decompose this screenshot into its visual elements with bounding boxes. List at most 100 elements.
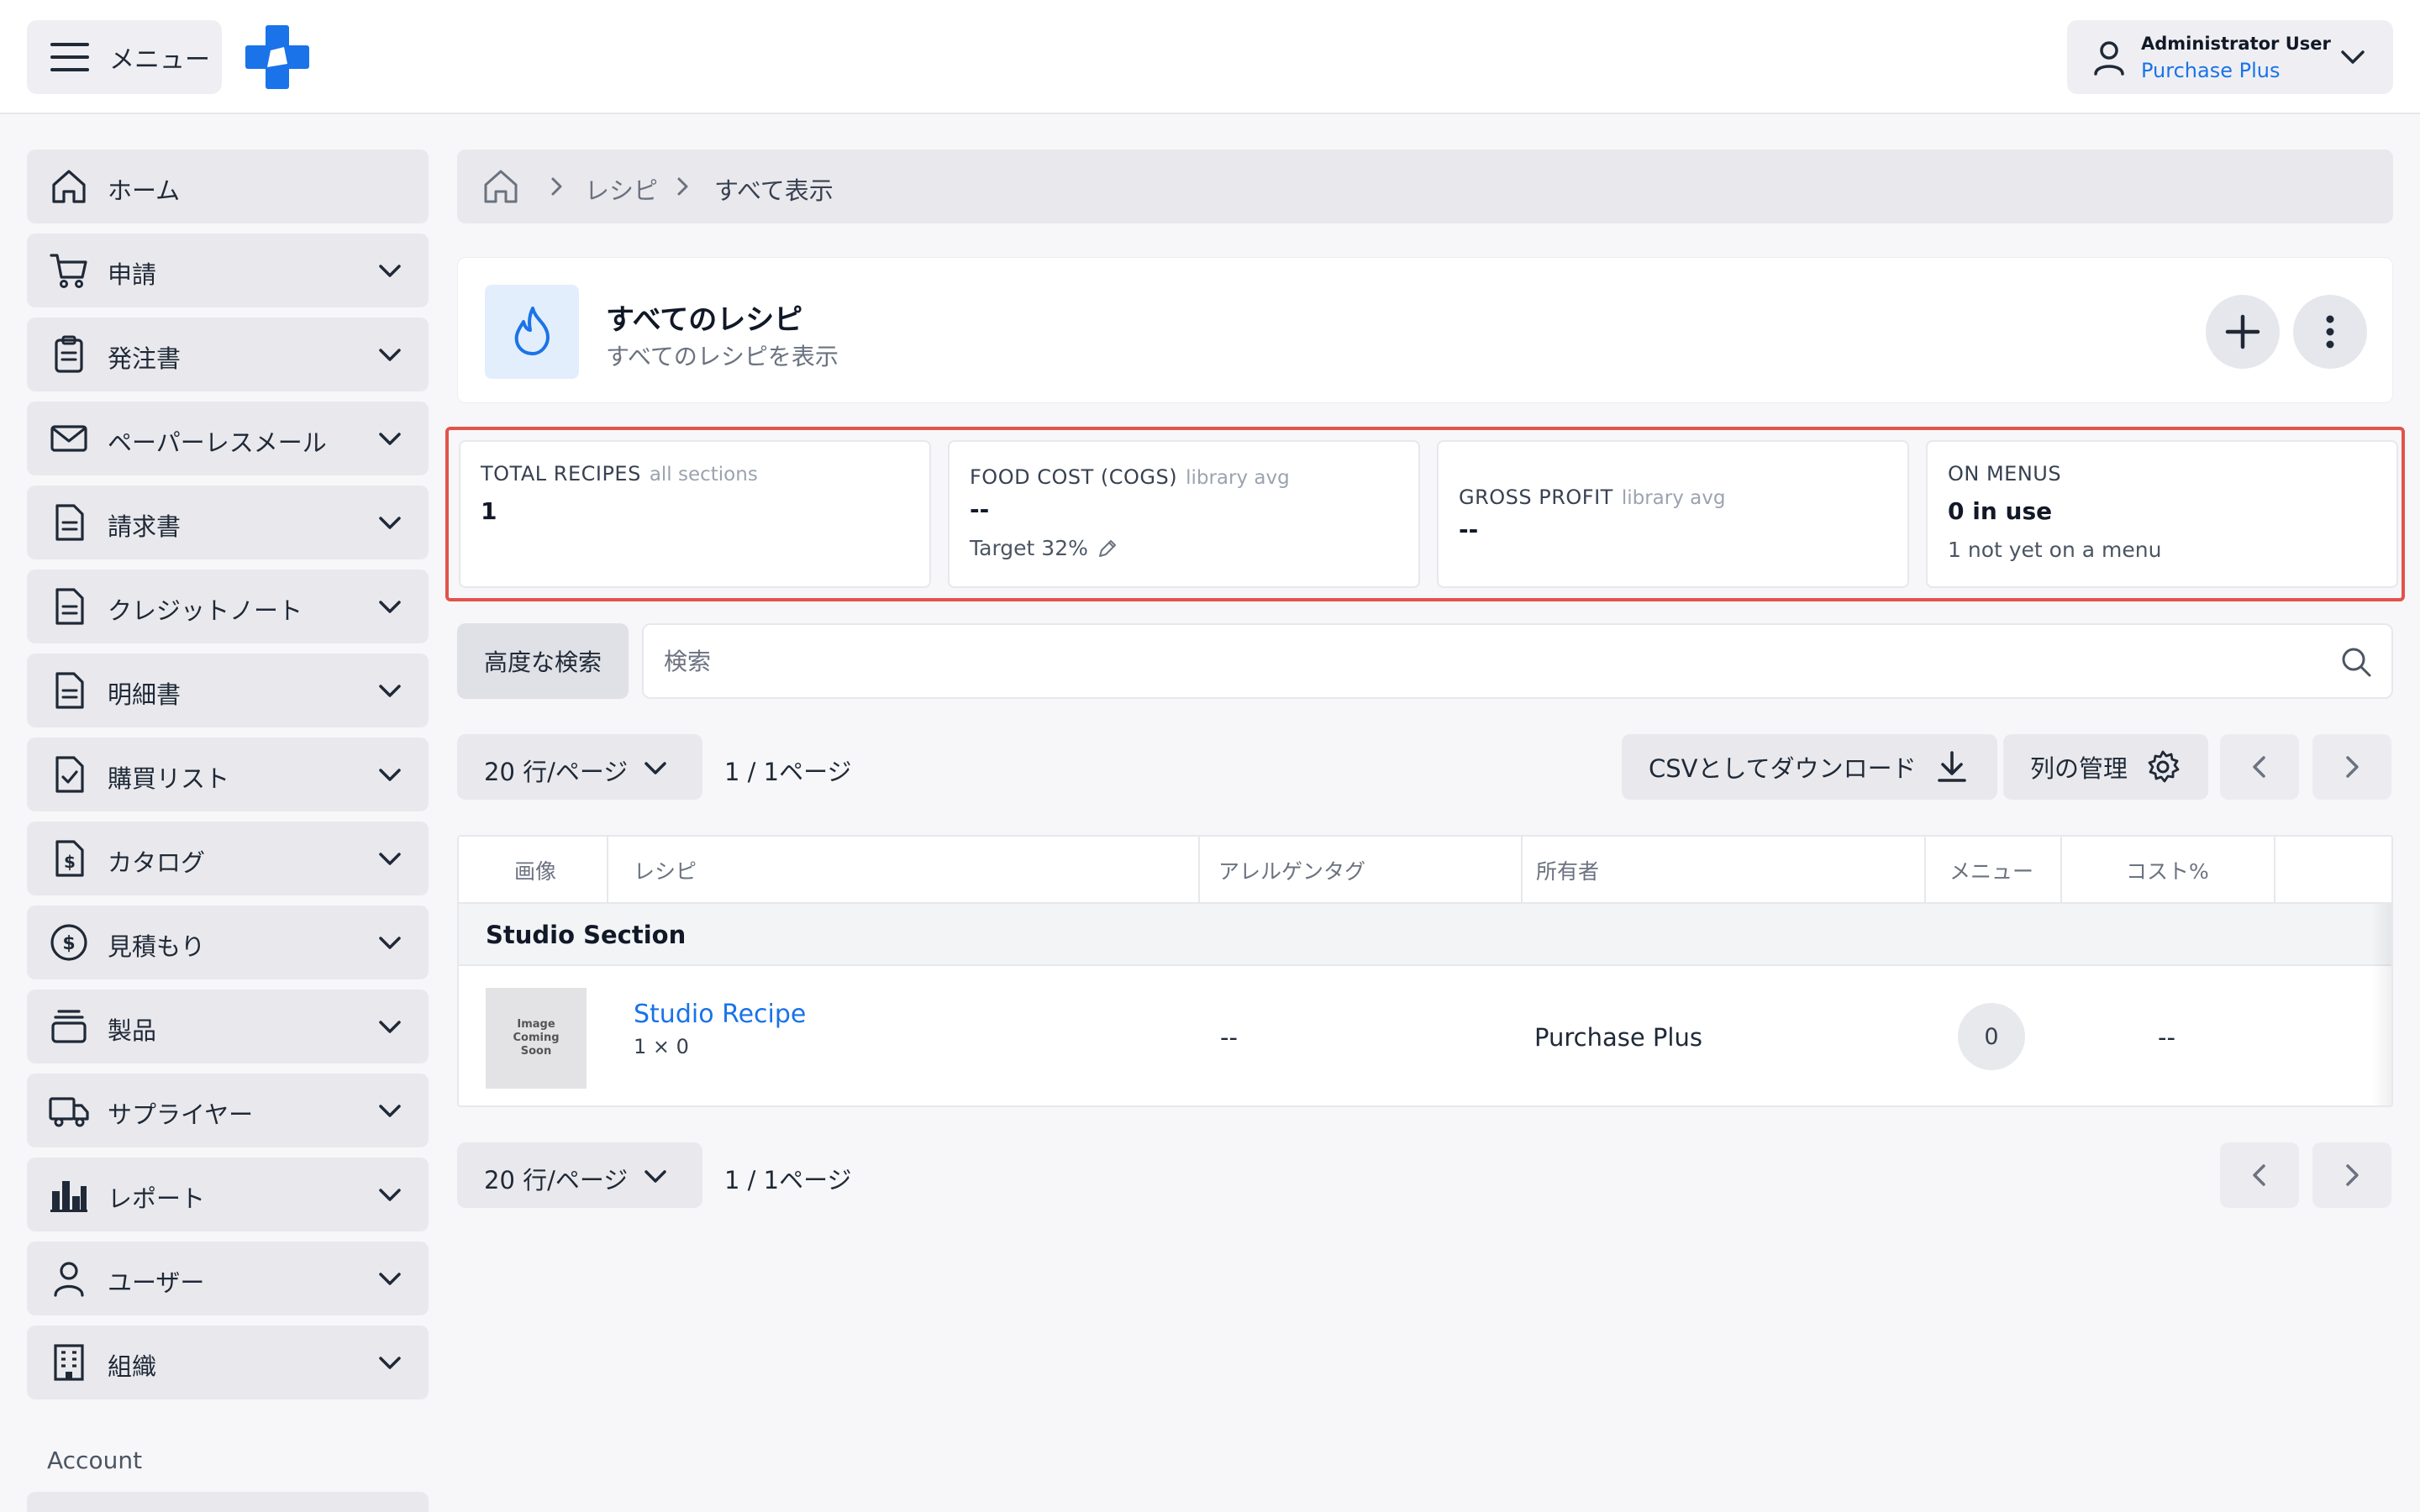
chevron-down-icon: [379, 601, 401, 613]
next-page-button-bottom[interactable]: [2312, 1142, 2391, 1208]
sidebar-item-label: ペーパーレスメール: [108, 428, 327, 457]
sidebar-item-paperless-mail[interactable]: ペーパーレスメール: [27, 402, 429, 475]
sidebar-item-reports[interactable]: レポート: [27, 1158, 429, 1231]
manage-columns-button[interactable]: 列の管理: [2003, 734, 2209, 800]
sidebar-item-label: ホーム: [108, 176, 181, 205]
table-row: Image Coming Soon Studio Recipe 1 × 0 --…: [459, 968, 2391, 1105]
search-icon[interactable]: [2339, 645, 2373, 679]
page-icon: [485, 285, 579, 379]
bar-chart-icon: [50, 1181, 87, 1212]
page-info: 1 / 1ページ: [724, 758, 852, 786]
sidebar-item-label: 購買リスト: [108, 764, 230, 793]
chevron-right-icon: [2346, 1164, 2359, 1186]
search-input[interactable]: [664, 642, 2260, 680]
chevron-left-icon: [2253, 756, 2265, 778]
column-header-cost-percent[interactable]: コスト%: [2126, 837, 2209, 904]
menu-button[interactable]: メニュー: [27, 20, 222, 94]
chevron-down-icon: [379, 685, 401, 697]
sidebar-section-account: Account: [47, 1446, 143, 1474]
stat-subtitle: all sections: [649, 464, 758, 486]
sidebar-item-label: 申請: [108, 260, 157, 289]
download-csv-label: CSVとしてダウンロード: [1649, 754, 1917, 783]
user-menu[interactable]: Administrator User Purchase Plus: [2067, 20, 2393, 94]
sidebar-item-catalogs[interactable]: $ カタログ: [27, 822, 429, 895]
column-header-recipe[interactable]: レシピ: [634, 837, 697, 904]
breadcrumb-recipes[interactable]: レシピ: [585, 171, 658, 207]
sidebar-item-suppliers[interactable]: サプライヤー: [27, 1074, 429, 1147]
sidebar-item-purchase-orders[interactable]: 発注書: [27, 318, 429, 391]
chevron-down-icon: [379, 1357, 401, 1369]
rows-per-page-select[interactable]: 20 行/ページ: [457, 734, 702, 800]
sidebar-item-quotes[interactable]: $ 見積もり: [27, 906, 429, 979]
download-csv-button[interactable]: CSVとしてダウンロード: [1622, 734, 1997, 800]
column-header-menus[interactable]: メニュー: [1949, 837, 2033, 904]
stat-food-cost: FOOD COST (COGS) library avg -- Target 32…: [948, 440, 1420, 588]
sidebar-item-statements[interactable]: 明細書: [27, 654, 429, 727]
svg-text:$: $: [64, 852, 76, 872]
sidebar-item-label: 発注書: [108, 344, 182, 373]
page-header: すべてのレシピ すべてのレシピを表示: [457, 257, 2393, 403]
previous-page-button-bottom[interactable]: [2220, 1142, 2299, 1208]
sidebar-item-home[interactable]: ホーム: [27, 150, 429, 223]
sidebar-item-purchase-lists[interactable]: 購買リスト: [27, 738, 429, 811]
dollar-file-icon: $: [55, 840, 84, 877]
chevron-down-icon: [379, 349, 401, 361]
document-icon: [55, 588, 84, 625]
advanced-search-button[interactable]: 高度な検索: [457, 623, 629, 699]
sidebar-item-label: サプライヤー: [108, 1100, 254, 1129]
cart-icon: [50, 254, 87, 288]
home-icon[interactable]: [481, 166, 521, 207]
hamburger-icon: [50, 43, 89, 71]
sidebar-item-account[interactable]: [27, 1492, 429, 1512]
sidebar-item-credit-notes[interactable]: クレジットノート: [27, 570, 429, 643]
chevron-right-icon: [2346, 756, 2359, 778]
clipboard-icon: [55, 335, 83, 373]
document-icon: [55, 504, 84, 541]
more-vertical-icon: [2326, 315, 2334, 349]
chevron-down-icon: [379, 433, 401, 445]
rows-per-page-label: 20 行/ページ: [484, 758, 629, 786]
sidebar-item-organization[interactable]: 組織: [27, 1326, 429, 1399]
rows-per-page-label: 20 行/ページ: [484, 1166, 629, 1194]
checklist-icon: [55, 756, 84, 793]
recipes-table: 画像 レシピ アレルゲンタグ 所有者 メニュー コスト% Studio Sect…: [457, 835, 2393, 1107]
table-header: 画像 レシピ アレルゲンタグ 所有者 メニュー コスト%: [459, 837, 2391, 904]
search-box: [642, 623, 2393, 699]
cost-percent-cell: --: [2158, 1023, 2175, 1052]
stat-value: --: [1459, 516, 1479, 543]
sidebar-item-users[interactable]: ユーザー: [27, 1242, 429, 1315]
flame-icon: [514, 307, 550, 355]
previous-page-button[interactable]: [2220, 734, 2299, 800]
next-page-button[interactable]: [2312, 734, 2391, 800]
column-header-owner[interactable]: 所有者: [1536, 837, 1599, 904]
stat-title: FOOD COST (COGS): [970, 465, 1178, 489]
chevron-right-icon: [551, 177, 562, 196]
rows-per-page-select-bottom[interactable]: 20 行/ページ: [457, 1142, 702, 1208]
page-title: すべてのレシピ: [606, 303, 803, 337]
sidebar-item-label: 製品: [108, 1016, 157, 1045]
sidebar-item-label: 組織: [108, 1352, 157, 1381]
chevron-down-icon: [379, 265, 401, 277]
menu-button-label: メニュー: [109, 45, 210, 75]
more-options-button[interactable]: [2293, 295, 2367, 369]
sidebar-item-label: ユーザー: [108, 1268, 205, 1297]
sidebar-item-products[interactable]: 製品: [27, 990, 429, 1063]
recipe-link[interactable]: Studio Recipe: [634, 1000, 806, 1029]
menus-count-badge[interactable]: 0: [1958, 1003, 2025, 1070]
gear-icon: [2148, 750, 2180, 783]
pencil-icon[interactable]: [1097, 538, 1118, 559]
chevron-down-icon: [379, 853, 401, 865]
app-logo[interactable]: [245, 25, 309, 89]
add-recipe-button[interactable]: [2206, 295, 2280, 369]
stack-icon: [51, 1010, 87, 1043]
manage-columns-label: 列の管理: [2030, 754, 2128, 783]
recipe-yield: 1 × 0: [634, 1035, 689, 1058]
stat-total-recipes: TOTAL RECIPES all sections 1: [459, 440, 931, 588]
sidebar-item-label: クレジットノート: [108, 596, 303, 625]
sidebar-item-label: レポート: [108, 1184, 206, 1213]
sidebar-item-invoices[interactable]: 請求書: [27, 486, 429, 559]
user-icon: [2094, 41, 2124, 76]
sidebar-item-requests[interactable]: 申請: [27, 234, 429, 307]
column-header-allergen-tags[interactable]: アレルゲンタグ: [1218, 837, 1365, 904]
stat-value: 1: [481, 497, 497, 525]
